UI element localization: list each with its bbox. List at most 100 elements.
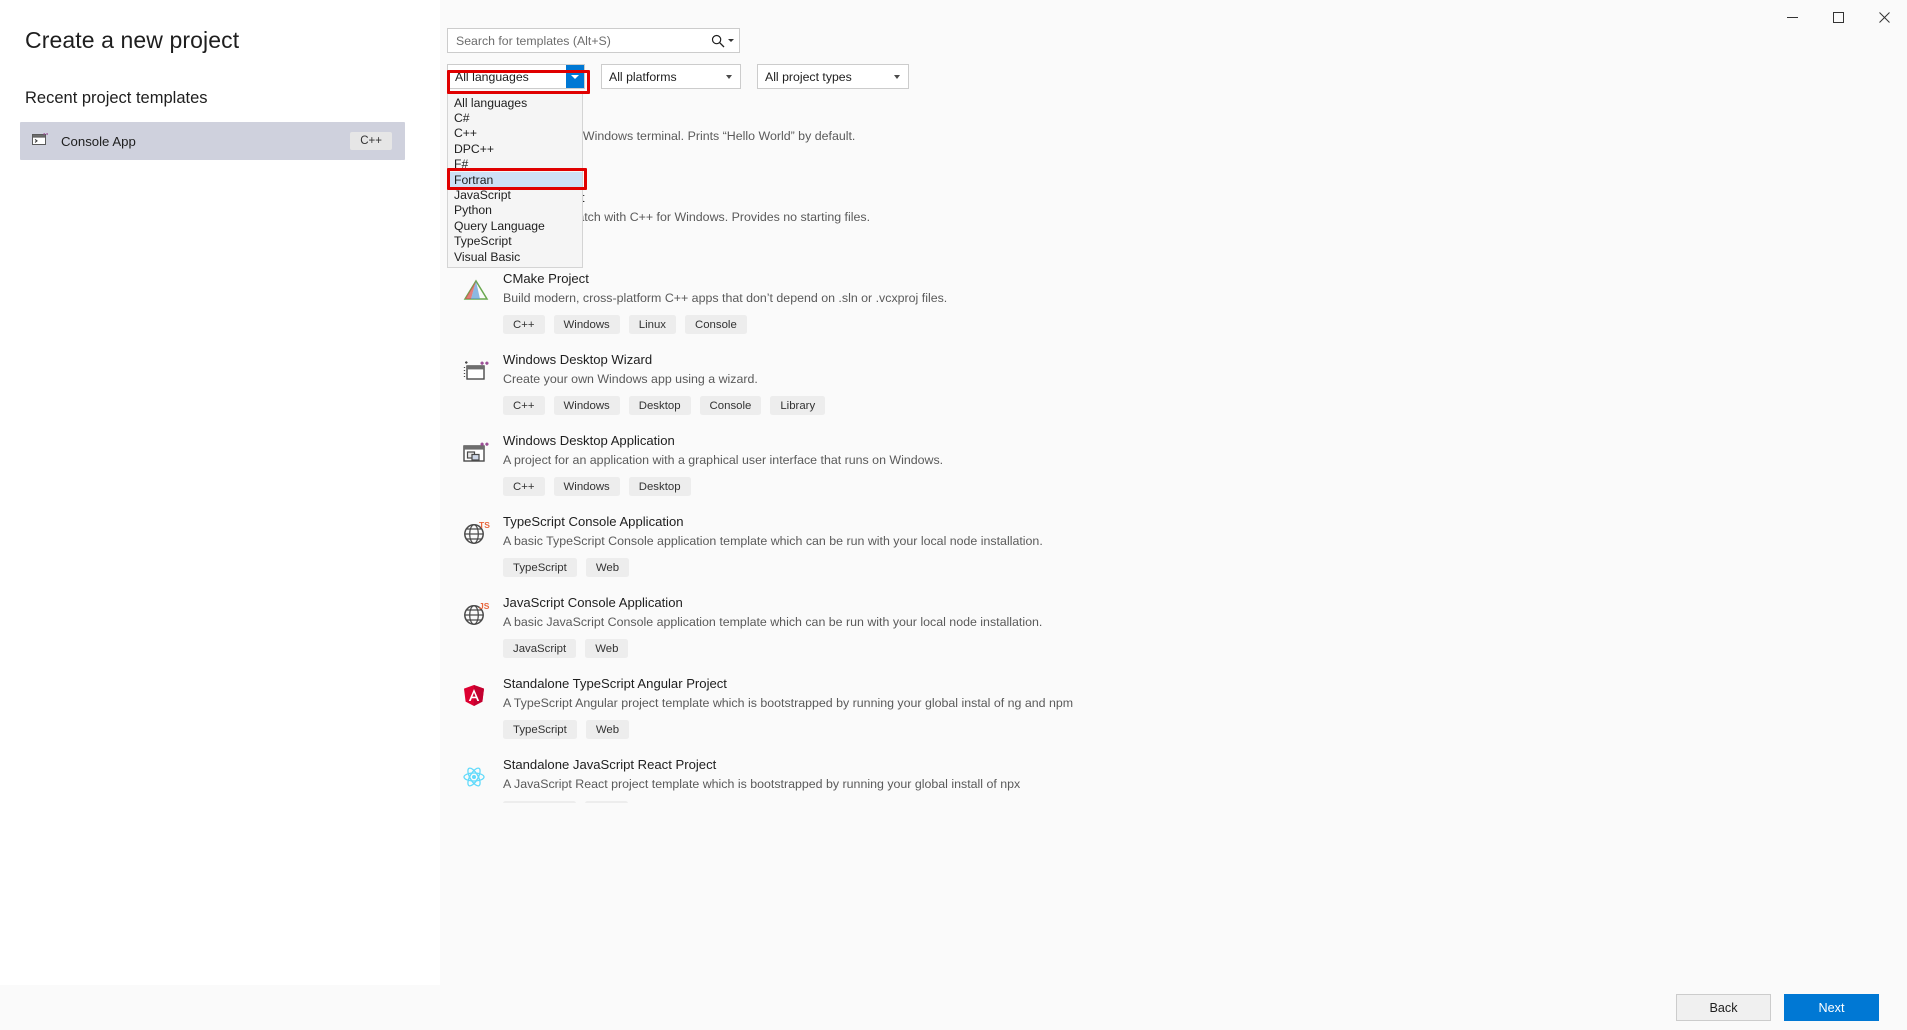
template-tag: Web — [585, 720, 630, 739]
search-row — [447, 28, 1907, 53]
language-option-dpcpp[interactable]: DPC++ — [448, 141, 582, 156]
template-description: A basic JavaScript Console application t… — [503, 615, 1043, 629]
svg-text:TS: TS — [479, 520, 490, 530]
language-option-query-language[interactable]: Query Language — [448, 218, 582, 233]
angular-icon — [459, 678, 493, 712]
svg-text:JS: JS — [479, 601, 490, 611]
template-name: CMake Project — [503, 271, 589, 286]
template-tag: Windows — [553, 315, 620, 334]
template-tags: Console — [503, 153, 1567, 172]
react-icon — [459, 759, 493, 793]
template-name: Empty Project — [503, 189, 1567, 206]
template-tag: Library — [770, 396, 826, 415]
language-option-all-languages[interactable]: All languages — [448, 95, 582, 110]
platform-filter-value: All platforms — [609, 69, 677, 84]
template-description: Create your own Windows app using a wiza… — [503, 372, 758, 386]
template-description: A JavaScript React project template whic… — [503, 777, 1021, 791]
template-tag: Linux — [628, 315, 676, 334]
language-option-fortran[interactable]: Fortran — [448, 171, 582, 188]
template-description: Build modern, cross-platform C++ apps th… — [503, 291, 948, 305]
language-filter-toggle[interactable] — [566, 65, 584, 88]
template-description: A TypeScript Angular project template wh… — [503, 696, 1074, 710]
dialog-footer: Back Next — [0, 985, 1907, 1030]
language-option-python[interactable]: Python — [448, 203, 582, 218]
template-item[interactable]: Standalone JavaScript React Project A Ja… — [447, 751, 1567, 803]
search-box[interactable] — [447, 28, 740, 53]
template-tag: Desktop — [628, 477, 691, 496]
language-filter-dropdown[interactable]: All languages — [447, 64, 585, 89]
project-type-filter-value: All project types — [765, 69, 852, 84]
close-button[interactable] — [1861, 0, 1907, 34]
template-description: Run code in a Windows terminal. Prints “… — [503, 129, 856, 143]
template-item[interactable]: CMake Project Build modern, cross-platfo… — [447, 265, 1567, 346]
minimize-button[interactable] — [1769, 0, 1815, 34]
template-item[interactable]: Windows Desktop Wizard Create your own W… — [447, 346, 1567, 427]
language-option-javascript[interactable]: JavaScript — [448, 187, 582, 202]
javascript-globe-icon: JS — [459, 597, 493, 631]
template-name: Standalone JavaScript React Project — [503, 757, 717, 772]
template-name: Windows Desktop Wizard — [503, 352, 653, 367]
template-item[interactable]: Standalone TypeScript Angular Project A … — [447, 670, 1567, 751]
windows-desktop-wizard-icon — [459, 354, 493, 388]
template-tags: C++ Windows Desktop Console Library — [503, 396, 1567, 415]
template-tags: JavaScript Web — [503, 639, 1567, 658]
template-description: Start from scratch with C++ for Windows.… — [503, 210, 871, 224]
template-tags: TypeScript Web — [503, 720, 1567, 739]
language-option-fsharp[interactable]: F# — [448, 157, 582, 172]
template-tags: C++ Windows Linux Console — [503, 315, 1567, 334]
template-description: A basic TypeScript Console application t… — [503, 534, 1043, 548]
template-tag: JavaScript — [503, 801, 577, 803]
recent-template-label: Console App — [61, 133, 136, 149]
template-tag: JavaScript — [503, 639, 577, 658]
template-tag: C++ — [503, 396, 545, 415]
recent-template-language: C++ — [350, 132, 392, 150]
chevron-down-icon — [894, 74, 900, 79]
project-type-filter-dropdown[interactable]: All project types — [757, 64, 909, 89]
template-tag: Windows — [553, 477, 620, 496]
back-button[interactable]: Back — [1676, 994, 1771, 1021]
template-tags: Console — [503, 234, 1567, 253]
language-option-typescript[interactable]: TypeScript — [448, 234, 582, 249]
template-tag: C++ — [503, 315, 545, 334]
filter-row: All languages All platforms All project … — [447, 64, 1907, 89]
template-tag: Console — [684, 315, 747, 334]
minimize-icon — [1786, 16, 1798, 18]
platform-filter-dropdown[interactable]: All platforms — [601, 64, 741, 89]
template-tag: TypeScript — [503, 558, 577, 577]
chevron-down-icon — [571, 74, 579, 79]
language-option-cpp[interactable]: C++ — [448, 126, 582, 141]
search-icon-group[interactable] — [711, 34, 739, 48]
typescript-globe-icon: TS — [459, 516, 493, 550]
template-tag: Console — [699, 396, 762, 415]
language-filter-options-list[interactable]: All languages C# C++ DPC++ F# Fortran Ja… — [447, 93, 583, 269]
template-tag: Windows — [553, 396, 620, 415]
maximize-button[interactable] — [1815, 0, 1861, 34]
language-option-csharp[interactable]: C# — [448, 110, 582, 125]
close-icon — [1878, 11, 1890, 23]
template-item[interactable]: Console App Run code in a Windows termin… — [447, 103, 1567, 184]
language-option-visual-basic[interactable]: Visual Basic — [448, 249, 582, 264]
template-item[interactable]: Empty Project Start from scratch with C+… — [447, 184, 1567, 265]
template-tag: Web — [585, 558, 630, 577]
template-name: TypeScript Console Application — [503, 514, 684, 529]
search-input[interactable] — [448, 29, 693, 52]
template-name: Windows Desktop Application — [503, 433, 675, 448]
template-name: Console App — [503, 108, 1567, 125]
recent-template-console-app[interactable]: Console App C++ — [20, 122, 405, 160]
maximize-icon — [1832, 11, 1844, 23]
template-tag: Web — [585, 639, 629, 658]
template-tag: C++ — [503, 477, 545, 496]
next-button[interactable]: Next — [1784, 994, 1879, 1021]
template-item[interactable]: TS TypeScript Console Application A basi… — [447, 508, 1567, 589]
template-tag: Desktop — [628, 396, 691, 415]
left-pane: Create a new project Recent project temp… — [0, 0, 440, 985]
language-filter-value: All languages — [455, 69, 529, 84]
recent-templates-header: Recent project templates — [25, 89, 208, 107]
template-tag: TypeScript — [503, 720, 577, 739]
search-options-chevron-down-icon[interactable] — [728, 39, 734, 42]
cmake-icon — [459, 273, 493, 307]
page-title: Create a new project — [25, 27, 240, 53]
template-item[interactable]: JS JavaScript Console Application A basi… — [447, 589, 1567, 670]
template-list[interactable]: Console App Run code in a Windows termin… — [447, 103, 1567, 803]
template-item[interactable]: Windows Desktop Application A project fo… — [447, 427, 1567, 508]
